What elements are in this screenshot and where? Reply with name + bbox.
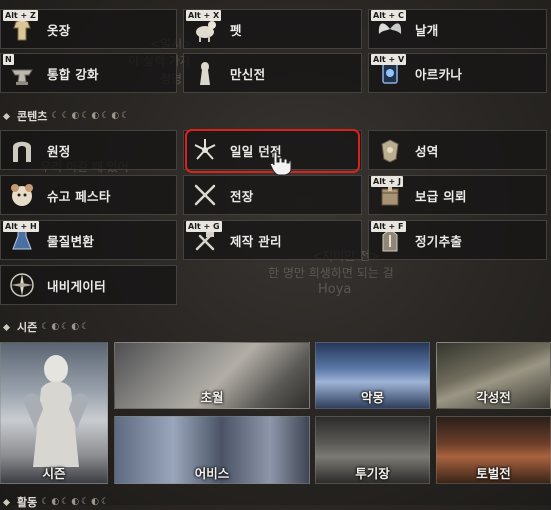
shugo-icon <box>5 178 39 212</box>
rune-glyphs-icon: ☾☾◐☾◐☾◐☾ <box>51 111 132 121</box>
section-title: 시즌 <box>17 321 38 334</box>
sanctuary-icon <box>373 133 407 167</box>
transmute-icon: Alt + H <box>3 221 39 257</box>
hotkey-badge: Alt + J <box>371 176 404 187</box>
season-tile-label: 초월 <box>200 390 224 405</box>
menu-tile-sanctuary[interactable]: 성역 <box>368 130 547 170</box>
section-header-contents: 콘텐츠 ☾☾◐☾◐☾◐☾ <box>2 108 132 124</box>
goddess-statue-icon <box>23 355 89 467</box>
hotkey-badge: Alt + F <box>371 221 406 232</box>
hand-cursor-icon <box>269 151 292 176</box>
extraction-icon: Alt + F <box>371 221 407 257</box>
section-header-season: 시즌 ☾◐☾◐☾ <box>2 319 92 335</box>
compass-icon <box>5 268 39 302</box>
menu-tile-label: 전장 <box>230 188 254 204</box>
menu-tile-label: 물질변환 <box>47 233 95 249</box>
hotkey-badge: Alt + Z <box>3 10 38 21</box>
menu-tile-battlefield[interactable]: 전장 <box>183 175 362 215</box>
diamond-icon <box>2 498 11 506</box>
hotkey-badge: Alt + C <box>371 10 406 21</box>
season-tile-label: 투기장 <box>355 466 390 481</box>
menu-tile-label: 슈고 페스타 <box>47 188 111 204</box>
anvil-icon: N <box>3 54 39 90</box>
menu-tile-label: 펫 <box>230 22 242 38</box>
hotkey-badge: N <box>3 54 14 65</box>
arcana-icon: Alt + V <box>371 54 407 90</box>
menu-tile-transmute[interactable]: Alt + H 물질변환 <box>0 220 177 260</box>
season-tile-label: 시즌 <box>42 466 66 481</box>
pantheon-icon <box>188 56 222 90</box>
background-text: Hoya <box>318 282 352 297</box>
season-tile-transcend[interactable]: 초월 <box>114 342 310 409</box>
game-menu-screen: <일시> 이 실력 가져 청명 우리 이길 때 있어 <지미만 전> 한 명만 … <box>0 0 551 509</box>
menu-tile-enhance[interactable]: N 통합 강화 <box>0 53 177 93</box>
menu-tile-pet[interactable]: Alt + X 펫 <box>183 9 362 49</box>
season-tile-abyss[interactable]: 어비스 <box>114 416 310 484</box>
section-title: 콘텐츠 <box>17 110 48 123</box>
menu-tile-label: 날개 <box>415 22 439 38</box>
rune-glyphs-icon: ☾◐☾◐☾ <box>41 322 92 332</box>
hotkey-badge: Alt + X <box>186 10 222 21</box>
season-tile-arena[interactable]: 투기장 <box>315 416 430 484</box>
menu-tile-label: 옷장 <box>47 22 71 38</box>
menu-tile-arcana[interactable]: Alt + V 아르카나 <box>368 53 547 93</box>
menu-tile-label: 내비게이터 <box>47 278 107 294</box>
diamond-icon <box>2 323 11 331</box>
menu-tile-label: 만신전 <box>230 66 266 82</box>
season-tile-subjugation[interactable]: 토벌전 <box>436 416 551 484</box>
pet-icon: Alt + X <box>186 10 222 46</box>
menu-tile-shugo-festa[interactable]: 슈고 페스타 <box>0 175 177 215</box>
menu-tile-label: 보급 의뢰 <box>415 188 467 204</box>
costume-icon: Alt + Z <box>3 10 39 46</box>
menu-tile-label: 제작 관리 <box>230 233 282 249</box>
hotkey-badge: Alt + G <box>186 221 222 232</box>
menu-tile-label: 성역 <box>415 143 439 159</box>
season-tile-nightmare[interactable]: 악몽 <box>315 342 430 409</box>
crossed-swords-icon <box>188 178 222 212</box>
menu-tile-label: 정기추출 <box>415 233 463 249</box>
diamond-icon <box>2 112 11 120</box>
menu-tile-navigator[interactable]: 내비게이터 <box>0 265 177 305</box>
hotkey-badge: Alt + H <box>3 221 39 232</box>
section-header-activity: 활동 ☾◐☾◐☾◐☾ <box>2 494 112 510</box>
menu-tile-label: 통합 강화 <box>47 66 99 82</box>
season-tile-season[interactable]: 시즌 <box>0 342 108 484</box>
menu-tile-supply-request[interactable]: Alt + J 보급 의뢰 <box>368 175 547 215</box>
background-text: 한 명만 희생하면 되는 걸 <box>268 266 394 280</box>
gate-icon <box>5 133 39 167</box>
menu-tile-wings[interactable]: Alt + C 날개 <box>368 9 547 49</box>
season-tile-label: 토벌전 <box>476 466 511 481</box>
menu-tile-costume[interactable]: Alt + Z 옷장 <box>0 9 177 49</box>
menu-tile-extraction[interactable]: Alt + F 정기추출 <box>368 220 547 260</box>
wings-icon: Alt + C <box>371 10 407 46</box>
menu-tile-label: 원정 <box>47 143 71 159</box>
crafting-icon: Alt + G <box>186 221 222 257</box>
season-tile-label: 어비스 <box>194 466 230 481</box>
menu-tile-label: 아르카나 <box>415 66 463 82</box>
supply-icon: Alt + J <box>371 176 407 212</box>
season-tile-awakening-battle[interactable]: 각성전 <box>436 342 551 409</box>
season-tile-label: 악몽 <box>360 390 384 405</box>
rune-glyphs-icon: ☾◐☾◐☾◐☾ <box>41 497 112 507</box>
season-tile-label: 각성전 <box>476 390 511 405</box>
section-title: 활동 <box>17 496 38 509</box>
hotkey-badge: Alt + V <box>371 54 407 65</box>
menu-tile-expedition[interactable]: 원정 <box>0 130 177 170</box>
menu-tile-pantheon[interactable]: 만신전 <box>183 53 362 93</box>
menu-tile-crafting[interactable]: Alt + G 제작 관리 <box>183 220 362 260</box>
